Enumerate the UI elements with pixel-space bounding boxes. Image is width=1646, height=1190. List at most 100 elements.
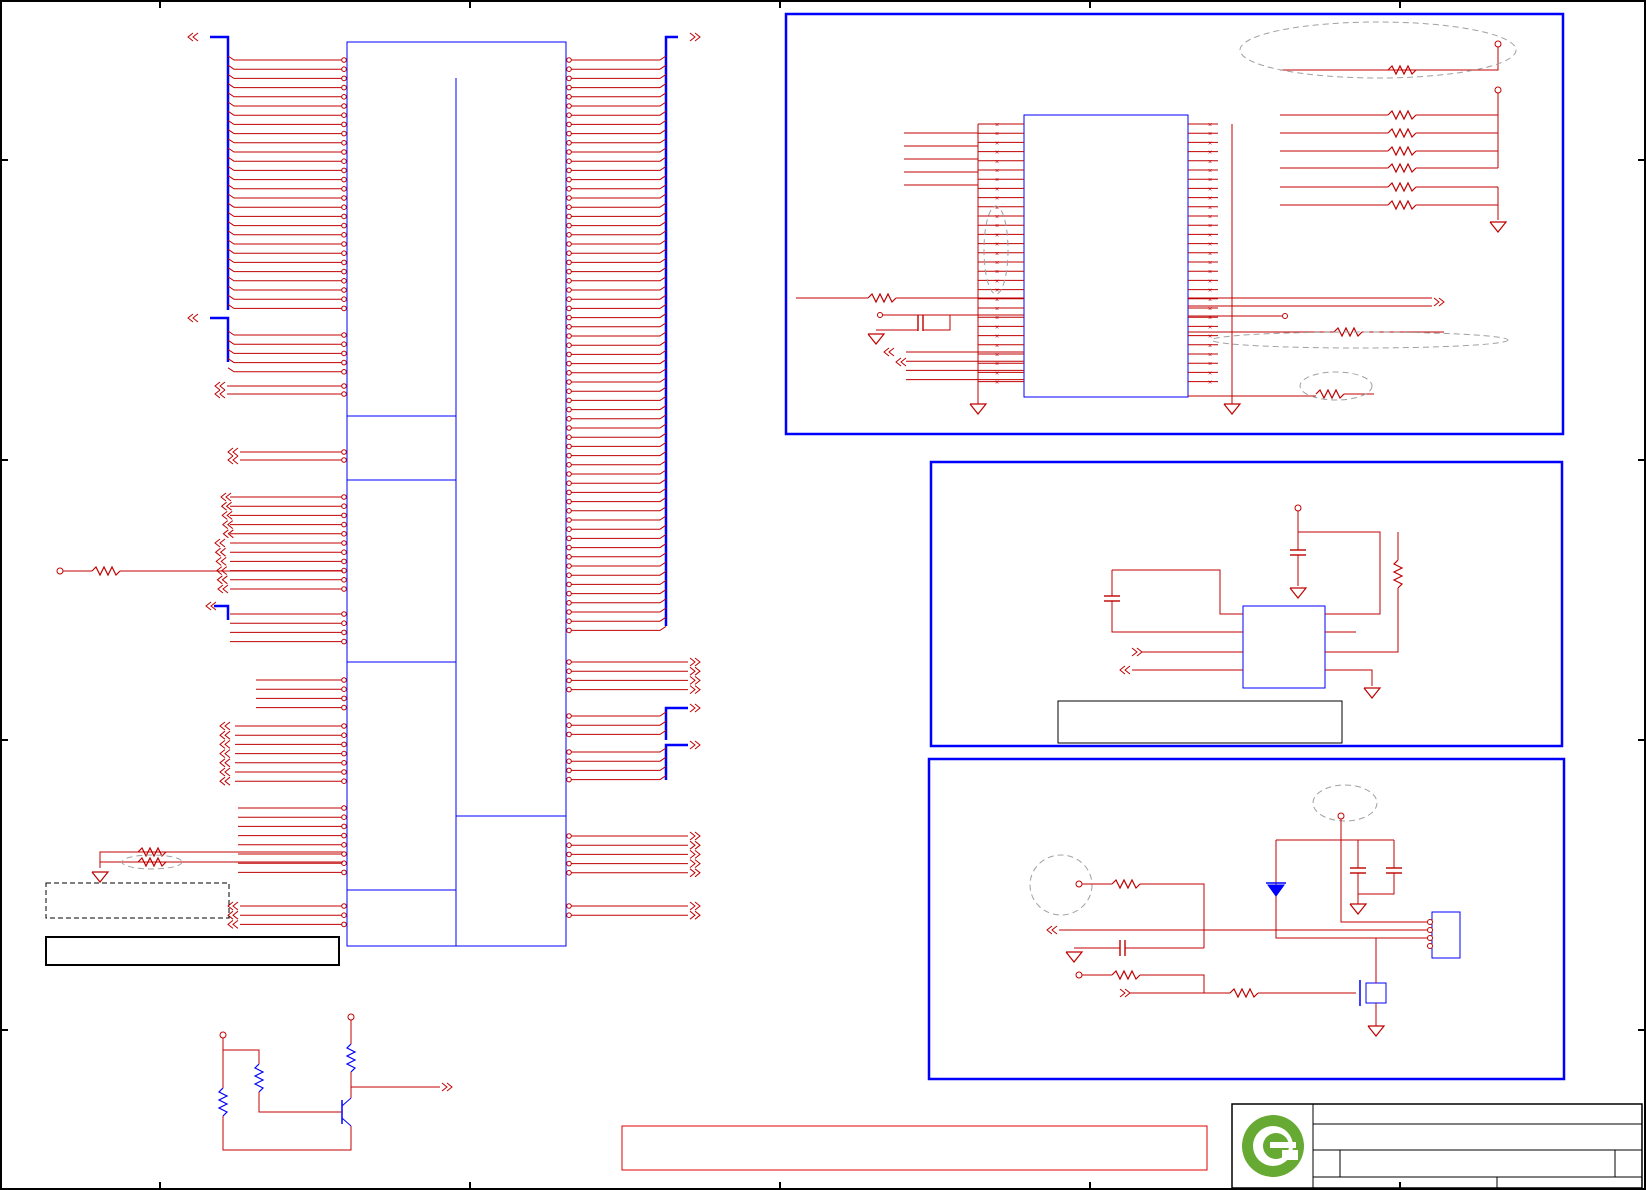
left-pin-dot	[341, 391, 347, 397]
right-pin-wire	[570, 405, 667, 411]
nc-mark: ×	[995, 242, 999, 249]
power-switch-block	[927, 757, 1566, 1081]
right-pin-dot	[566, 842, 572, 849]
nc-mark: ×	[995, 260, 999, 267]
left-pin-dot	[341, 832, 347, 839]
net-port-icon	[219, 538, 226, 548]
nc-mark: ×	[1208, 232, 1212, 239]
right-pin-dot	[566, 351, 572, 358]
right-pin-dot	[566, 296, 572, 303]
right-pin-dot	[566, 554, 572, 560]
right-pin-dot	[566, 204, 572, 210]
right-pin-dot	[566, 462, 572, 468]
connector-pin	[1427, 943, 1433, 949]
net-port-icon	[232, 447, 239, 457]
right-pin-dot	[566, 149, 572, 155]
right-pin-dot	[566, 167, 572, 174]
note-boxes	[45, 882, 1208, 1171]
right-pin-dot	[566, 749, 572, 755]
connector-pin	[1427, 935, 1433, 941]
net-port-icon	[222, 584, 229, 594]
left-pin-dot	[341, 620, 347, 627]
left-pin-wire	[227, 230, 343, 236]
left-pin-dot	[341, 186, 347, 192]
nc-mark: ×	[1208, 205, 1212, 212]
right-pin-wire	[570, 322, 667, 328]
net-port-icon	[689, 666, 696, 676]
left-pin-wire	[227, 92, 343, 98]
power-terminal	[347, 1013, 355, 1021]
connector-pin	[1427, 927, 1433, 933]
left-pin-wire	[227, 303, 343, 309]
right-pin-wire	[570, 561, 667, 567]
right-pin-dot	[566, 722, 572, 729]
transistor-icon	[341, 1097, 352, 1107]
wire	[1388, 47, 1499, 71]
ground-icon	[969, 403, 987, 415]
right-pin-wire	[570, 184, 667, 190]
right-pin-wire	[570, 368, 667, 374]
left-pin-dot	[341, 521, 347, 528]
right-pin-wire	[570, 469, 667, 475]
right-pin-wire	[570, 552, 667, 558]
left-pin-dot	[341, 222, 347, 229]
wire	[1358, 873, 1395, 895]
resistor	[218, 1087, 228, 1117]
right-pin-dot	[566, 471, 572, 477]
left-pin-dot	[341, 232, 347, 238]
right-pin-wire	[570, 331, 667, 337]
left-pin-dot	[341, 250, 347, 256]
power-switch-frame	[927, 757, 1566, 1081]
nc-mark: ×	[1208, 150, 1212, 157]
right-pin-wire	[570, 110, 667, 116]
left-pin-dot	[341, 531, 347, 537]
right-pin-dot	[566, 278, 572, 284]
nc-mark: ×	[995, 223, 999, 230]
nc-mark: ×	[995, 122, 999, 129]
left-pin-dot	[341, 57, 347, 63]
left-pin-dot	[341, 778, 347, 785]
left-pin-dot	[341, 503, 347, 510]
left-pin-wire	[227, 165, 343, 171]
bus-line	[214, 604, 230, 620]
left-pin-wire	[227, 129, 343, 135]
title-block	[1231, 1103, 1643, 1189]
left-pin-dot	[341, 287, 347, 293]
right-pin-dot	[566, 627, 572, 634]
nc-mark: ×	[1208, 352, 1212, 359]
left-pin-dot	[341, 359, 347, 366]
left-pin-wire	[227, 285, 343, 291]
nc-mark: ×	[995, 361, 999, 368]
nc-mark: ×	[995, 177, 999, 184]
left-pin-wire	[227, 147, 343, 153]
left-pin-dot	[341, 823, 347, 830]
net-port-icon	[224, 749, 231, 758]
right-pin-dot	[566, 250, 572, 256]
right-pin-dot	[566, 903, 572, 909]
ground-icon	[1065, 951, 1083, 963]
right-pin-wire	[570, 497, 667, 503]
right-pin-dot	[566, 480, 572, 487]
left-pin-dot	[341, 457, 347, 463]
left-pin-wire	[227, 138, 343, 144]
right-pin-dot	[566, 268, 572, 275]
nc-mark: ×	[1208, 380, 1212, 387]
nc-mark: ×	[995, 343, 999, 350]
right-pin-dot	[566, 370, 572, 376]
right-pin-wire	[570, 747, 667, 753]
left-pin-dot	[341, 213, 347, 220]
right-pin-dot	[566, 186, 572, 192]
left-pin-dot	[341, 369, 347, 375]
right-pin-wire	[570, 359, 667, 365]
left-pin-wire	[227, 276, 343, 282]
net-port-icon	[224, 767, 231, 777]
net-port-icon	[224, 721, 231, 731]
left-pin-dot	[341, 494, 347, 500]
right-pin-wire	[570, 138, 667, 144]
right-pin-wire	[570, 202, 667, 208]
left-pin-wire	[227, 358, 343, 364]
nc-mark: ×	[1208, 269, 1212, 276]
net-port-icon	[689, 657, 696, 667]
right-pin-wire	[570, 55, 667, 61]
mosfet-icon	[1365, 982, 1387, 1004]
